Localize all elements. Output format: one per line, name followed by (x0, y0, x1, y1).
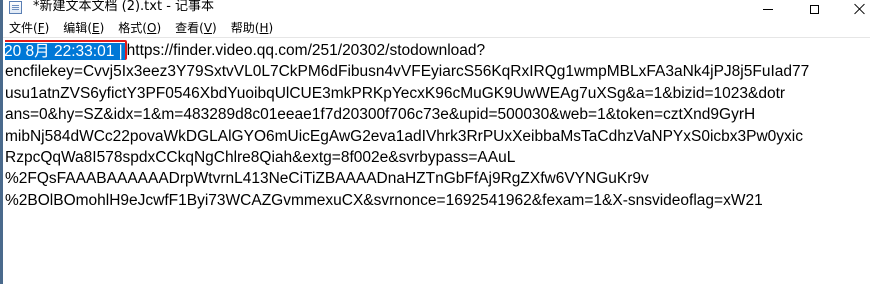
maximize-icon (809, 4, 819, 14)
menu-file[interactable]: 文件(F) (3, 19, 56, 37)
menu-help-key: H (259, 21, 269, 35)
menu-file-label: 文件 (9, 21, 34, 35)
editor-line: usu1atnZVS6yfictY3PF0546XbdYuoibqUlCUE3m… (5, 84, 786, 102)
notepad-app-icon[interactable] (9, 1, 22, 14)
editor-line-text: https://finder.video.qq.com/251/20302/st… (126, 42, 486, 59)
close-button[interactable] (837, 0, 870, 18)
menu-edit[interactable]: 编辑(E) (56, 19, 111, 37)
menu-help-label: 帮助 (230, 21, 255, 35)
menu-edit-key: E (92, 21, 100, 35)
editor-line: %2FQsFAAABAAAAAADrpWtvrnL413NeCiTiZBAAAA… (5, 170, 649, 188)
menu-help[interactable]: 帮助(H) (224, 19, 280, 37)
menu-format-label: 格式 (118, 21, 143, 35)
menu-view-key: V (203, 21, 213, 35)
notepad-window: *新建文本文档 (2).txt - 记事本 文件(F) 编辑(E) 格式(O) … (0, 0, 870, 284)
title-bar[interactable]: *新建文本文档 (2).txt - 记事本 (3, 0, 870, 18)
minimize-icon (763, 8, 773, 10)
menu-view[interactable]: 查看(V) (168, 19, 224, 37)
close-icon (854, 3, 866, 15)
menu-view-label: 查看 (175, 21, 200, 35)
maximize-button[interactable] (791, 0, 837, 18)
selected-text[interactable]: 20 8月 22:33:01 | (5, 43, 125, 60)
minimize-button[interactable] (745, 0, 791, 18)
text-editor-area[interactable]: 20 8月 22:33:01 | https://finder.video.qq.… (5, 38, 870, 284)
menu-format[interactable]: 格式(O) (111, 19, 168, 37)
editor-line: encfilekey=Cvvj5Ix3eez3Y79SxtvVL0L7CkPM6… (5, 63, 810, 81)
menu-edit-label: 编辑 (63, 21, 88, 35)
editor-line: %2BOlBOmohlH9eJcwfF1Byi73WCAZGvmmexuCX&s… (5, 191, 763, 209)
menu-bar: 文件(F) 编辑(E) 格式(O) 查看(V) 帮助(H) (3, 19, 870, 37)
editor-line: ans=0&hy=SZ&idx=1&m=483289d8c01eeae1f7d2… (5, 106, 756, 124)
editor-line: RzpcQqWa8I578spdxCCkqNgChlre8Qiah&extg=8… (5, 148, 516, 166)
editor-line: 20 8月 22:33:01 | https://finder.video.qq.… (5, 40, 870, 61)
highlight-annotation-box: 20 8月 22:33:01 | (5, 40, 127, 60)
window-left-edge (0, 0, 3, 284)
window-title: *新建文本文档 (2).txt - 记事本 (33, 0, 215, 14)
menu-format-key: O (146, 21, 157, 35)
menu-file-key: F (37, 21, 45, 35)
editor-line: mibNj584dWCc22povaWkDGLAlGYO6mUicEgAwG2e… (5, 127, 803, 145)
